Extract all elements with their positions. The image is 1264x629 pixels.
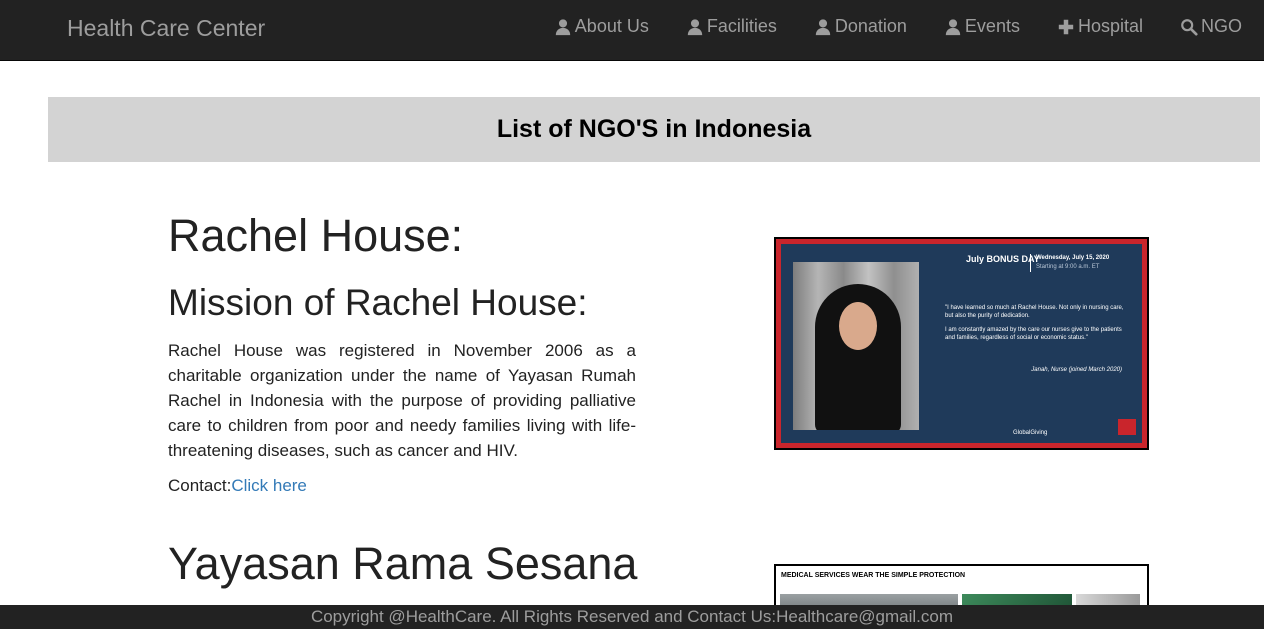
date-text: Wednesday, July 15, 2020	[1036, 255, 1110, 261]
nav-label: Facilities	[706, 16, 777, 36]
user-icon	[553, 17, 573, 37]
search-icon	[1179, 17, 1199, 37]
nav-menu: About Us Facilities Donation Events Hosp…	[517, 16, 1242, 37]
page-banner: List of NGO'S in Indonesia	[48, 97, 1260, 162]
contact-line: Contact:Click here	[168, 476, 636, 496]
user-icon	[813, 17, 833, 37]
quote-line-1: "I have learned so much at Rachel House.…	[945, 305, 1124, 319]
nav-label: Events	[964, 16, 1020, 36]
image-caption: MEDICAL SERVICES WEAR THE SIMPLE PROTECT…	[781, 572, 966, 579]
user-icon	[943, 17, 963, 37]
bonus-day-card: July BONUS DAY Wednesday, July 15, 2020 …	[781, 244, 1142, 443]
nurse-photo	[793, 262, 919, 430]
ngo-name: Rachel House:	[168, 210, 464, 261]
quote-signature: Janah, Nurse (joined March 2020)	[1031, 367, 1122, 373]
nav-donation[interactable]: Donation	[813, 16, 907, 37]
ngo-name: Yayasan Rama Sesana	[168, 538, 638, 589]
nav-label: About Us	[574, 16, 649, 36]
ngo-section-yayasan-rama-sesana: Yayasan Rama Sesana	[168, 538, 638, 589]
nav-label: Hospital	[1077, 16, 1143, 36]
footer: Copyright @HealthCare. All Rights Reserv…	[0, 605, 1264, 629]
ngo-section-rachel-house: Rachel House: Mission of Rachel House: R…	[168, 211, 636, 496]
nav-label: NGO	[1200, 16, 1242, 36]
rachel-house-image: July BONUS DAY Wednesday, July 15, 2020 …	[774, 237, 1149, 450]
nav-hospital[interactable]: Hospital	[1056, 16, 1143, 37]
time-text: Starting at 9:00 a.m. ET	[1036, 264, 1100, 270]
mission-title: Mission of Rachel House:	[168, 281, 588, 323]
brand-link[interactable]: Health Care Center	[67, 15, 265, 42]
nav-label: Donation	[834, 16, 907, 36]
contact-link[interactable]: Click here	[231, 476, 307, 495]
face-shape	[839, 302, 877, 350]
page-title: List of NGO'S in Indonesia	[496, 115, 812, 143]
quote-line-2: I am constantly amazed by the care our n…	[945, 327, 1122, 341]
navbar: Health Care Center About Us Facilities D…	[0, 0, 1264, 61]
rachel-house-logo	[1118, 419, 1136, 435]
bonus-day-badge: July BONUS DAY	[966, 254, 1040, 264]
nav-facilities[interactable]: Facilities	[685, 16, 777, 37]
nav-about-us[interactable]: About Us	[553, 16, 649, 37]
nav-ngo[interactable]: NGO	[1179, 16, 1242, 37]
ngo-description: Rachel House was registered in November …	[168, 341, 636, 461]
plus-icon	[1056, 17, 1076, 37]
nav-events[interactable]: Events	[943, 16, 1020, 37]
globalgiving-logo: GlobalGiving	[1013, 430, 1048, 436]
bonus-day-date: Wednesday, July 15, 2020 Starting at 9:0…	[1030, 254, 1109, 272]
user-icon	[685, 17, 705, 37]
nurse-quote: "I have learned so much at Rachel House.…	[945, 304, 1125, 342]
contact-label: Contact:	[168, 476, 232, 496]
footer-text: Copyright @HealthCare. All Rights Reserv…	[310, 607, 954, 626]
